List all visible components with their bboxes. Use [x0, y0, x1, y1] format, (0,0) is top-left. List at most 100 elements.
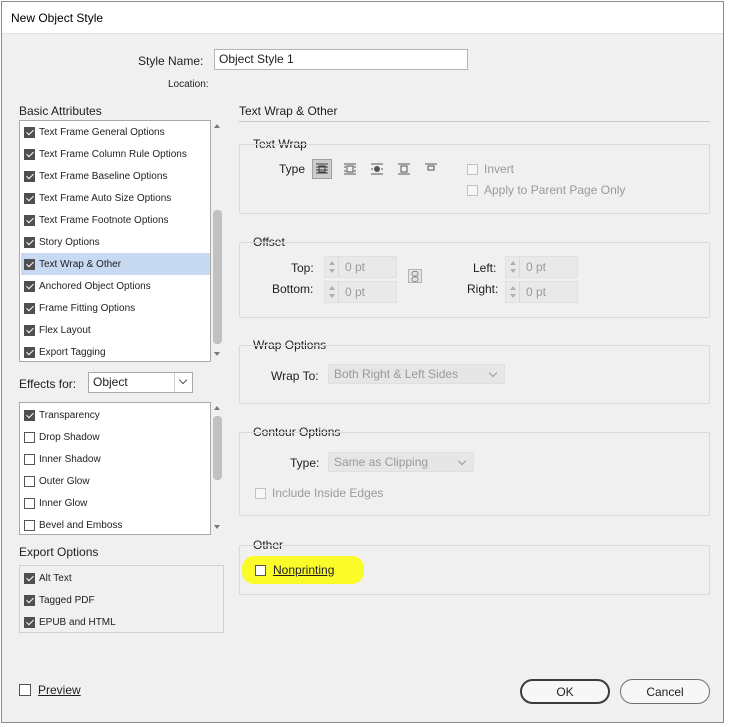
export-option-item-checkbox[interactable]: [24, 572, 35, 584]
contour-type-select[interactable]: Same as Clipping: [328, 452, 474, 472]
basic-attribute-item-checkbox[interactable]: [24, 192, 35, 204]
offset-bottom-value: 0 pt: [345, 285, 366, 299]
offset-left-spinner[interactable]: 0 pt: [505, 256, 578, 278]
export-option-item-checkbox[interactable]: [24, 594, 35, 606]
effect-item[interactable]: Drop Shadow: [21, 426, 210, 448]
basic-attribute-item[interactable]: Anchored Object Options: [21, 275, 210, 297]
basic-attribute-item[interactable]: Text Wrap & Other: [21, 253, 210, 275]
basic-attributes-scrollbar[interactable]: [211, 120, 224, 362]
cancel-button[interactable]: Cancel: [620, 679, 710, 704]
chevron-down-icon: [457, 456, 467, 466]
export-option-item[interactable]: Alt Text: [21, 567, 221, 589]
chain-link-icon[interactable]: [408, 269, 422, 283]
basic-attribute-item[interactable]: Export Tagging: [21, 341, 210, 361]
effects-list: Transparency Drop Shadow Inner Shadow Outer…: [19, 402, 211, 535]
ok-button[interactable]: OK: [520, 679, 610, 704]
offset-bottom-spinner[interactable]: 0 pt: [324, 281, 397, 303]
include-inside-edges-checkbox[interactable]: Include Inside Edges: [255, 486, 383, 500]
scroll-up-icon[interactable]: [214, 406, 220, 410]
contour-type-label: Type:: [290, 456, 320, 470]
basic-attribute-item[interactable]: Text Frame General Options: [21, 121, 210, 143]
offset-right-stepper[interactable]: [506, 282, 520, 302]
style-name-input[interactable]: Object Style 1: [214, 49, 468, 70]
contour-options-group: [239, 432, 710, 516]
nonprinting-label: Nonprinting: [273, 563, 335, 577]
scroll-thumb[interactable]: [213, 210, 222, 344]
effect-item-checkbox[interactable]: [24, 497, 35, 509]
jump-object-icon[interactable]: [394, 159, 414, 179]
basic-attribute-item-checkbox[interactable]: [24, 148, 35, 160]
basic-attribute-item[interactable]: Text Frame Auto Size Options: [21, 187, 210, 209]
offset-left-value: 0 pt: [526, 260, 547, 274]
effects-scrollbar[interactable]: [211, 402, 224, 535]
basic-attribute-item-checkbox[interactable]: [24, 302, 35, 314]
scroll-down-icon[interactable]: [214, 352, 220, 356]
basic-attribute-item[interactable]: Frame Fitting Options: [21, 297, 210, 319]
scroll-up-icon[interactable]: [214, 124, 220, 128]
wrap-object-shape-icon[interactable]: [367, 159, 387, 179]
offset-right-spinner[interactable]: 0 pt: [505, 281, 578, 303]
nonprinting-checkbox-box[interactable]: [255, 564, 266, 576]
apply-parent-page-checkbox[interactable]: Apply to Parent Page Only: [467, 183, 625, 197]
preview-label: Preview: [38, 683, 81, 697]
scroll-down-icon[interactable]: [214, 525, 220, 529]
basic-attribute-item-checkbox[interactable]: [24, 214, 35, 226]
export-option-item-label: Alt Text: [39, 572, 72, 584]
offset-top-spinner[interactable]: 0 pt: [324, 256, 397, 278]
effect-item-checkbox[interactable]: [24, 409, 35, 421]
export-option-item-checkbox[interactable]: [24, 616, 35, 628]
effect-item-checkbox[interactable]: [24, 431, 35, 443]
wrap-to-value: Both Right & Left Sides: [334, 367, 459, 381]
effect-item-checkbox[interactable]: [24, 453, 35, 465]
effect-item[interactable]: Transparency: [21, 404, 210, 426]
invert-checkbox-box[interactable]: [467, 163, 478, 175]
nonprinting-checkbox[interactable]: Nonprinting: [255, 563, 334, 577]
effect-item[interactable]: Inner Shadow: [21, 448, 210, 470]
export-option-item[interactable]: EPUB and HTML: [21, 611, 221, 632]
scroll-thumb[interactable]: [213, 416, 222, 480]
basic-attribute-item[interactable]: Text Frame Column Rule Options: [21, 143, 210, 165]
effect-item[interactable]: Outer Glow: [21, 470, 210, 492]
basic-attribute-item-checkbox[interactable]: [24, 170, 35, 182]
basic-attribute-item-checkbox[interactable]: [24, 280, 35, 292]
no-text-wrap-icon[interactable]: [312, 159, 332, 179]
export-option-item[interactable]: Tagged PDF: [21, 589, 221, 611]
wrap-to-select[interactable]: Both Right & Left Sides: [328, 364, 505, 384]
jump-to-next-column-icon[interactable]: [421, 159, 441, 179]
effect-item[interactable]: Inner Glow: [21, 492, 210, 514]
basic-attribute-item-checkbox[interactable]: [24, 126, 35, 138]
apply-parent-label: Apply to Parent Page Only: [484, 183, 626, 197]
effect-item-label: Bevel and Emboss: [39, 519, 123, 531]
basic-attribute-item[interactable]: Text Frame Baseline Options: [21, 165, 210, 187]
offset-left-stepper[interactable]: [506, 257, 520, 277]
basic-attribute-item-checkbox[interactable]: [24, 324, 35, 336]
basic-attribute-item-checkbox[interactable]: [24, 346, 35, 358]
basic-attribute-item-label: Text Frame General Options: [39, 126, 165, 138]
invert-checkbox[interactable]: Invert: [467, 162, 514, 176]
effect-item-label: Inner Glow: [39, 497, 88, 509]
chevron-down-icon: [488, 368, 498, 378]
basic-attribute-item-label: Story Options: [39, 236, 100, 248]
effect-item-label: Drop Shadow: [39, 431, 100, 443]
effect-item-label: Inner Shadow: [39, 453, 101, 465]
basic-attribute-item[interactable]: Story Options: [21, 231, 210, 253]
basic-attribute-item[interactable]: Flex Layout: [21, 319, 210, 341]
effect-item-checkbox[interactable]: [24, 519, 35, 531]
effects-for-select[interactable]: Object: [88, 372, 193, 393]
apply-parent-checkbox-box[interactable]: [467, 184, 478, 196]
wrap-bounding-box-icon[interactable]: [340, 159, 360, 179]
include-inside-checkbox-box[interactable]: [255, 487, 266, 499]
offset-bottom-stepper[interactable]: [325, 282, 339, 302]
offset-right-label: Right:: [467, 282, 499, 296]
preview-checkbox[interactable]: Preview: [19, 683, 81, 697]
offset-top-stepper[interactable]: [325, 257, 339, 277]
preview-checkbox-box[interactable]: [19, 684, 31, 696]
effects-for-label: Effects for:: [19, 377, 77, 391]
effect-item-label: Transparency: [39, 409, 100, 421]
basic-attribute-item[interactable]: Text Frame Footnote Options: [21, 209, 210, 231]
effect-item-checkbox[interactable]: [24, 475, 35, 487]
basic-attribute-item-checkbox[interactable]: [24, 258, 35, 270]
basic-attribute-item-checkbox[interactable]: [24, 236, 35, 248]
effect-item[interactable]: Bevel and Emboss: [21, 514, 210, 534]
panel-title: Text Wrap & Other: [239, 104, 338, 118]
